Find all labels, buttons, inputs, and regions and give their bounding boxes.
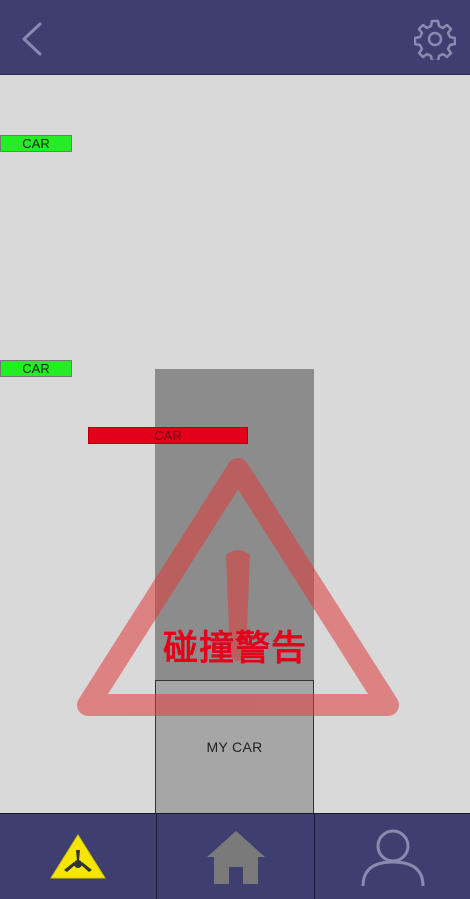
tab-profile[interactable]	[314, 814, 470, 899]
collision-warning-text: 碰撞警告	[162, 629, 307, 669]
gear-icon	[413, 19, 457, 63]
chevron-left-icon	[22, 22, 42, 56]
settings-button[interactable]	[413, 18, 457, 63]
tab-home[interactable]	[156, 814, 314, 899]
home-icon	[206, 830, 265, 884]
car-marker: CAR	[0, 360, 72, 377]
road-view: CAR CAR CAR MY CAR	[0, 75, 470, 814]
danger-car-marker: CAR	[88, 427, 248, 444]
warning-triangle-icon	[50, 833, 106, 878]
my-car: MY CAR	[155, 680, 314, 814]
top-bar	[0, 0, 470, 75]
user-icon	[361, 829, 424, 886]
tab-collision-warning[interactable]	[0, 814, 156, 899]
car-marker: CAR	[0, 135, 72, 152]
back-button[interactable]	[14, 18, 54, 60]
my-car-label: MY CAR	[206, 739, 263, 755]
bottom-tab-bar	[0, 813, 470, 899]
